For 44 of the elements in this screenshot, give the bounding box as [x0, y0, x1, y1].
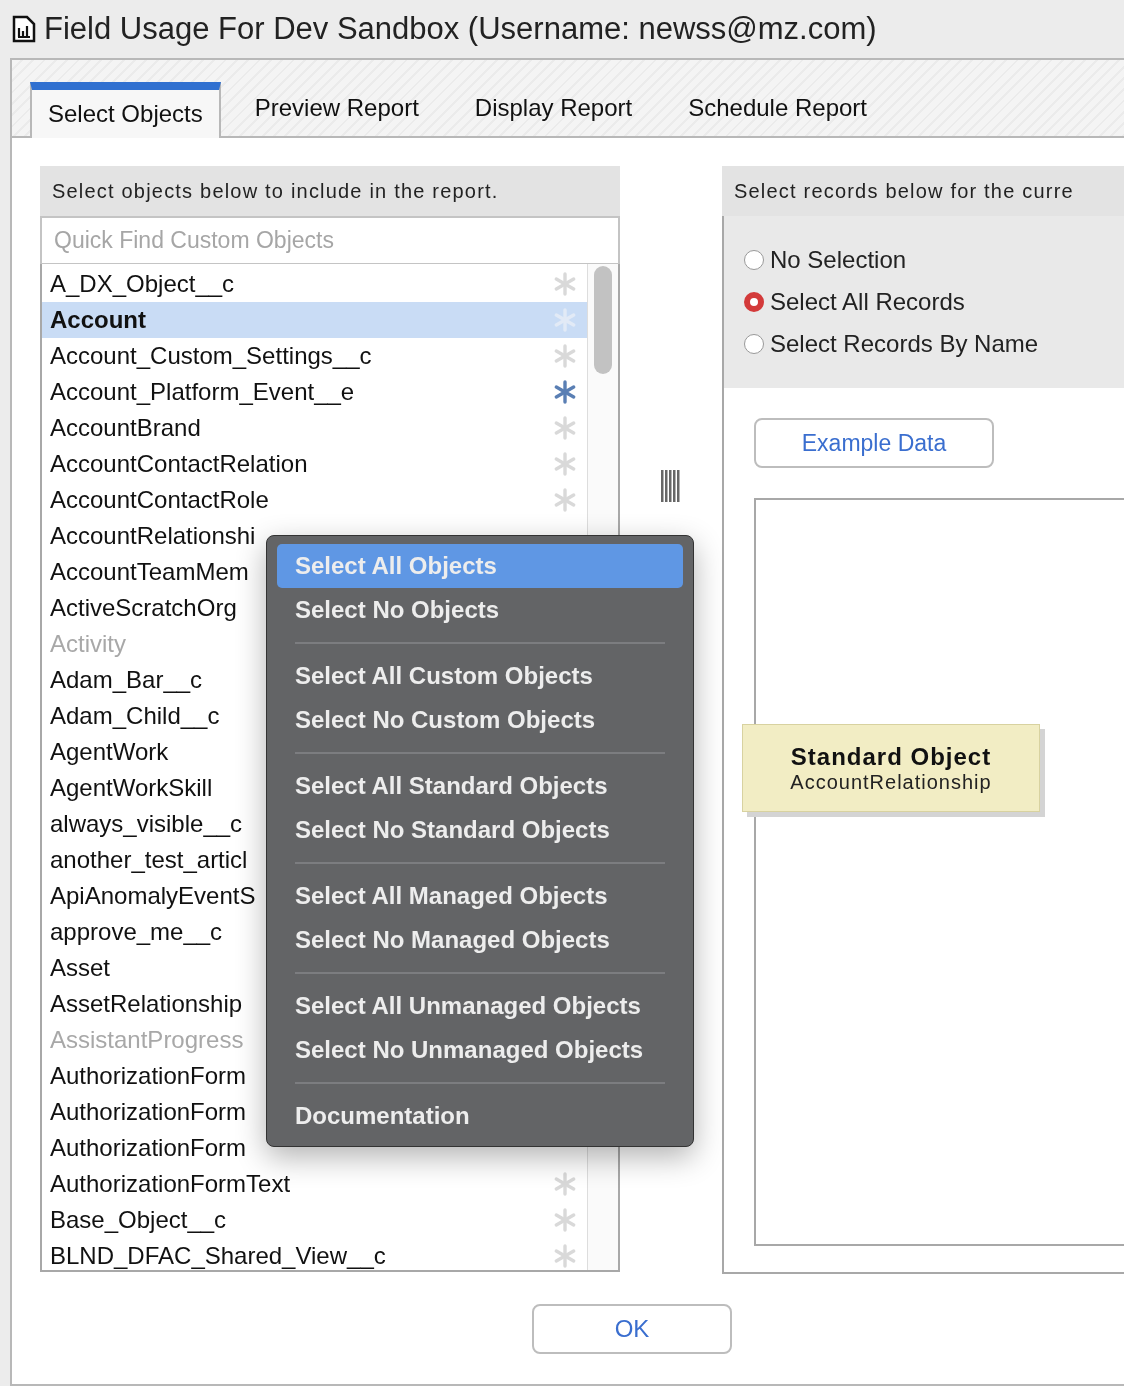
- menu-item[interactable]: Select No Custom Objects: [277, 698, 683, 742]
- list-item[interactable]: Account_Custom_Settings__c: [42, 338, 587, 374]
- search-field[interactable]: Quick Find Custom Objects: [40, 216, 620, 264]
- node-title: Standard Object: [790, 742, 992, 771]
- radio-option[interactable]: No Selection: [744, 246, 1124, 274]
- menu-item[interactable]: Select All Unmanaged Objects: [277, 984, 683, 1028]
- report-icon: [12, 15, 36, 43]
- list-item[interactable]: AccountContactRole: [42, 482, 587, 518]
- list-item[interactable]: Account_Platform_Event__e: [42, 374, 587, 410]
- list-item[interactable]: AccountBrand: [42, 410, 587, 446]
- radio-button[interactable]: [744, 334, 764, 354]
- splitter-handle[interactable]: [660, 470, 682, 502]
- list-item[interactable]: AuthorizationFormText: [42, 1166, 587, 1202]
- scrollbar-thumb[interactable]: [594, 266, 612, 374]
- ok-button[interactable]: OK: [532, 1304, 732, 1354]
- menu-item[interactable]: Select No Objects: [277, 588, 683, 632]
- radio-label: No Selection: [770, 246, 907, 274]
- panel-header: Select objects below to include in the report.: [40, 166, 620, 216]
- tab[interactable]: Select Objects: [30, 82, 221, 138]
- menu-item[interactable]: Select All Managed Objects: [277, 874, 683, 918]
- tab[interactable]: Preview Report: [238, 80, 435, 136]
- menu-item[interactable]: Select All Standard Objects: [277, 764, 683, 808]
- radio-button[interactable]: [744, 250, 764, 270]
- tab[interactable]: Schedule Report: [672, 80, 883, 136]
- example-data-button[interactable]: Example Data: [754, 418, 994, 468]
- list-item[interactable]: Account: [42, 302, 587, 338]
- list-item[interactable]: AccountContactRelation: [42, 446, 587, 482]
- menu-item[interactable]: Documentation: [277, 1094, 683, 1138]
- panel-header: Select records below for the curre: [722, 166, 1124, 216]
- radio-option[interactable]: Select Records By Name: [744, 330, 1124, 358]
- menu-item[interactable]: Select No Unmanaged Objects: [277, 1028, 683, 1072]
- menu-item[interactable]: Select No Standard Objects: [277, 808, 683, 852]
- node-subtitle: AccountRelationship: [790, 770, 992, 794]
- list-item[interactable]: Base_Object__c: [42, 1202, 587, 1238]
- menu-item[interactable]: Select No Managed Objects: [277, 918, 683, 962]
- list-item[interactable]: A_DX_Object__c: [42, 266, 587, 302]
- radio-button[interactable]: [744, 292, 764, 312]
- radio-label: Select Records By Name: [770, 330, 1039, 358]
- radio-option[interactable]: Select All Records: [744, 288, 1124, 316]
- radio-label: Select All Records: [770, 288, 965, 316]
- list-item[interactable]: BLND_DFAC_Shared_View__c: [42, 1238, 587, 1274]
- menu-item[interactable]: Select All Custom Objects: [277, 654, 683, 698]
- tab[interactable]: Display Report: [458, 80, 649, 136]
- window-title: Field Usage For Dev Sandbox (Username: newss@mz.com): [44, 11, 877, 47]
